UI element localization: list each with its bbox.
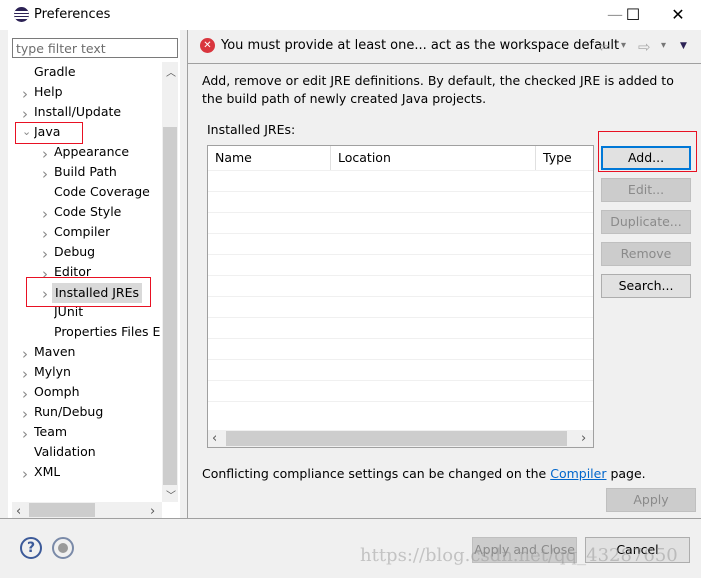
tree-item[interactable]: Properties Files Ed [54, 322, 160, 342]
tree-item[interactable]: Debug [54, 242, 95, 262]
table-row[interactable] [208, 401, 593, 402]
compliance-suffix: page. [606, 466, 646, 481]
chevron-right-icon[interactable]: › [22, 405, 28, 423]
table-row[interactable] [208, 254, 593, 255]
tree-scroll-thumb[interactable] [163, 127, 177, 485]
table-row[interactable] [208, 275, 593, 276]
compliance-text: Conflicting compliance settings can be c… [202, 466, 551, 481]
back-dropdown-icon[interactable]: ▾ [621, 40, 626, 51]
table-row[interactable] [208, 212, 593, 213]
installed-jres-label: Installed JREs: [207, 122, 296, 137]
table-row[interactable] [208, 170, 593, 171]
chevron-right-icon[interactable]: › [22, 425, 28, 443]
maximize-button[interactable]: ☐ [618, 4, 648, 26]
column-header-name[interactable]: Name [208, 146, 331, 170]
tree-item[interactable]: Help [34, 82, 63, 102]
tree-item[interactable]: Maven [34, 342, 75, 362]
forward-dropdown-icon[interactable]: ▾ [661, 40, 666, 51]
record-icon[interactable] [52, 537, 74, 559]
tree-item[interactable]: Gradle [34, 62, 76, 82]
chevron-right-icon[interactable]: › [22, 385, 28, 403]
scroll-right-icon[interactable]: › [150, 504, 155, 519]
panel-divider [187, 30, 188, 518]
tree-item[interactable]: Code Style [54, 202, 121, 222]
remove-button[interactable]: Remove [601, 242, 691, 266]
tree-item[interactable]: Compiler [54, 222, 110, 242]
back-arrow-icon[interactable]: ⇦ [598, 38, 611, 56]
chevron-right-icon[interactable]: › [42, 165, 48, 183]
tree-item[interactable]: Build Path [54, 162, 117, 182]
scroll-left-icon[interactable]: ‹ [16, 504, 21, 519]
view-menu-icon[interactable]: ▼ [680, 41, 687, 51]
error-icon: ✕ [200, 38, 215, 53]
table-row[interactable] [208, 191, 593, 192]
tree-hscroll-thumb[interactable] [29, 503, 95, 517]
compiler-link[interactable]: Compiler [550, 466, 606, 481]
tree-item[interactable]: Mylyn [34, 362, 71, 382]
table-scroll-right-icon[interactable]: › [581, 431, 586, 446]
chevron-right-icon[interactable]: › [42, 145, 48, 163]
chevron-right-icon[interactable]: › [22, 85, 28, 103]
chevron-right-icon[interactable]: › [22, 105, 28, 123]
highlight-installed-jres [26, 277, 151, 307]
table-row[interactable] [208, 233, 593, 234]
chevron-right-icon[interactable]: › [42, 225, 48, 243]
jre-table[interactable]: Name Location Type [207, 145, 594, 448]
tree-item[interactable]: Oomph [34, 382, 80, 402]
tree-item[interactable]: Team [34, 422, 67, 442]
footer-divider [0, 518, 701, 519]
table-scroll-thumb[interactable] [226, 431, 567, 446]
chevron-right-icon[interactable]: › [22, 345, 28, 363]
highlight-java [15, 122, 83, 144]
table-scroll-left-icon[interactable]: ‹ [212, 431, 217, 446]
tree-item[interactable]: Validation [34, 442, 96, 462]
column-header-location[interactable]: Location [331, 146, 536, 170]
duplicate-button[interactable]: Duplicate... [601, 210, 691, 234]
column-header-type[interactable]: Type [536, 146, 596, 170]
tree-item[interactable]: Code Coverage [54, 182, 150, 202]
apply-button[interactable]: Apply [606, 488, 696, 512]
compliance-note: Conflicting compliance settings can be c… [202, 466, 646, 481]
watermark: https://blog.csdn.net/qq_43287650 [360, 545, 678, 566]
table-row[interactable] [208, 359, 593, 360]
scroll-up-icon[interactable]: ︿ [166, 64, 176, 79]
tree-item[interactable]: Run/Debug [34, 402, 103, 422]
window-title: Preferences [34, 7, 111, 22]
table-row[interactable] [208, 338, 593, 339]
forward-arrow-icon[interactable]: ⇨ [638, 38, 651, 56]
tree-item[interactable]: Install/Update [34, 102, 121, 122]
table-row[interactable] [208, 296, 593, 297]
error-message: You must provide at least one... act as … [221, 38, 620, 53]
edit-button[interactable]: Edit... [601, 178, 691, 202]
tree-item[interactable]: Appearance [54, 142, 129, 162]
close-button[interactable]: ✕ [663, 4, 693, 26]
page-description: Add, remove or edit JRE definitions. By … [202, 73, 674, 106]
help-icon[interactable]: ? [20, 537, 42, 559]
filter-input[interactable] [12, 38, 178, 58]
highlight-add [598, 131, 697, 172]
chevron-right-icon[interactable]: › [42, 205, 48, 223]
table-row[interactable] [208, 317, 593, 318]
chevron-right-icon[interactable]: › [22, 365, 28, 383]
eclipse-icon [14, 7, 29, 22]
scroll-down-icon[interactable]: ﹀ [166, 487, 176, 502]
chevron-right-icon[interactable]: › [42, 245, 48, 263]
search-button[interactable]: Search... [601, 274, 691, 298]
table-row[interactable] [208, 380, 593, 381]
tree-item[interactable]: XML [34, 462, 60, 482]
chevron-right-icon[interactable]: › [22, 465, 28, 483]
